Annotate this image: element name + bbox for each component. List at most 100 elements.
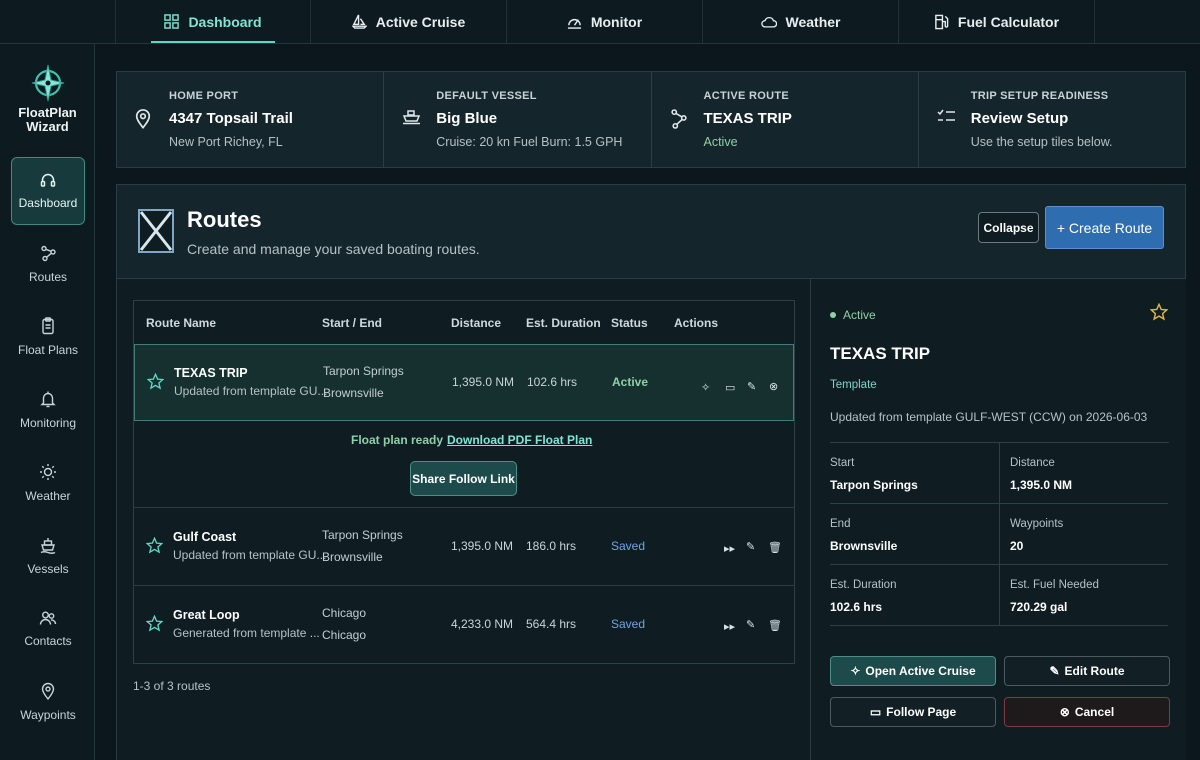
sidebar-item-label: Dashboard bbox=[18, 196, 78, 210]
stat-value: Tarpon Springs bbox=[830, 478, 918, 492]
table-row[interactable]: Great Loop Generated from template ... C… bbox=[134, 586, 794, 664]
route-description: Generated from template ... bbox=[173, 626, 320, 640]
stat-duration: Est. Duration 102.6 hrs bbox=[830, 565, 999, 626]
status-dot-icon bbox=[830, 312, 836, 318]
detail-status: Active bbox=[830, 308, 876, 322]
column-header[interactable]: Status bbox=[611, 316, 648, 330]
page-subtitle: Create and manage your saved boating rou… bbox=[187, 241, 480, 257]
edit-icon[interactable]: ✎ bbox=[747, 380, 756, 393]
template-label: Template bbox=[830, 379, 877, 391]
route-description: Updated from template GU... bbox=[174, 384, 328, 398]
pagination-summary: 1-3 of 3 routes bbox=[133, 679, 211, 693]
follow-page-button[interactable]: ▭ Follow Page bbox=[830, 697, 996, 727]
stat-value: 720.29 gal bbox=[1010, 600, 1068, 614]
open-active-cruise-button[interactable]: ✧ Open Active Cruise bbox=[830, 656, 996, 686]
sidebar-item-contacts[interactable]: Contacts bbox=[11, 595, 85, 663]
active-route-card[interactable]: ACTIVE ROUTE TEXAS TRIP Active bbox=[652, 72, 919, 167]
card-label: ACTIVE ROUTE bbox=[703, 90, 789, 102]
tab-dashboard[interactable]: Dashboard bbox=[115, 0, 311, 43]
float-plan-status: Float plan ready bbox=[351, 433, 444, 447]
route-end: Chicago bbox=[322, 628, 367, 642]
app-logo[interactable]: FloatPlan Wizard bbox=[0, 64, 95, 134]
table-row[interactable]: TEXAS TRIP Updated from template GU... T… bbox=[134, 344, 794, 421]
sidebar-item-waypoints[interactable]: Waypoints bbox=[11, 668, 85, 736]
tab-weather[interactable]: Weather bbox=[703, 0, 899, 43]
route-detail-panel: Active TEXAS TRIP Template Updated from … bbox=[810, 279, 1186, 760]
tab-label: Monitor bbox=[590, 13, 643, 30]
sun-icon bbox=[39, 463, 57, 481]
collapse-button[interactable]: Collapse bbox=[978, 212, 1039, 243]
button-label: Edit Route bbox=[1064, 664, 1125, 678]
column-header[interactable]: Start / End bbox=[322, 316, 382, 330]
create-route-button[interactable]: + Create Route bbox=[1045, 206, 1164, 249]
routes-panel-header: Routes Create and manage your saved boat… bbox=[117, 185, 1185, 279]
cancel-icon: ⊗ bbox=[1059, 705, 1070, 719]
card-subtitle: Use the setup tiles below. bbox=[970, 135, 1113, 149]
gauge-icon bbox=[567, 14, 582, 29]
tab-label: Weather bbox=[785, 13, 841, 30]
route-start: Tarpon Springs bbox=[322, 528, 403, 542]
favorite-star-icon[interactable] bbox=[1150, 303, 1168, 321]
tab-monitor[interactable]: Monitor bbox=[507, 0, 703, 43]
route-end: Brownsville bbox=[323, 386, 384, 400]
sidebar-item-vessels[interactable]: Vessels bbox=[11, 522, 85, 590]
sidebar-item-monitoring[interactable]: Monitoring bbox=[11, 376, 85, 444]
clipboard-icon bbox=[41, 317, 55, 335]
stat-value: 102.6 hrs bbox=[830, 600, 883, 614]
tab-fuel-calculator[interactable]: Fuel Calculator bbox=[899, 0, 1095, 43]
bell-icon bbox=[40, 390, 56, 408]
pencil-icon: ✎ bbox=[1049, 664, 1060, 678]
stat-value: Brownsville bbox=[830, 539, 898, 553]
play-icon[interactable]: ▸▸ bbox=[724, 620, 735, 633]
ship-icon bbox=[40, 537, 56, 554]
cloud-icon bbox=[760, 15, 777, 29]
edit-icon[interactable]: ✎ bbox=[746, 540, 755, 553]
status-badge: Saved bbox=[611, 539, 646, 553]
stat-label: Start bbox=[830, 457, 855, 469]
stat-label: Est. Duration bbox=[830, 579, 897, 591]
sidebar-item-float-plans[interactable]: Float Plans bbox=[11, 303, 85, 371]
headset-icon bbox=[40, 172, 56, 188]
sidebar-item-dashboard[interactable]: Dashboard bbox=[11, 157, 85, 225]
navigate-icon[interactable]: ✧ bbox=[701, 381, 710, 394]
status-badge: Saved bbox=[611, 617, 646, 631]
route-distance: 4,233.0 NM bbox=[451, 617, 514, 631]
button-label: Open Active Cruise bbox=[865, 664, 976, 678]
share-follow-link-button[interactable]: Share Follow Link bbox=[410, 461, 517, 496]
stat-label: Distance bbox=[1010, 457, 1055, 469]
boat-icon bbox=[402, 108, 421, 125]
column-header[interactable]: Route Name bbox=[146, 316, 216, 330]
play-icon[interactable]: ▸▸ bbox=[724, 542, 735, 555]
map-pin-icon bbox=[41, 682, 55, 700]
stat-end: End Brownsville bbox=[830, 504, 999, 565]
cancel-button[interactable]: ⊗ Cancel bbox=[1004, 697, 1170, 727]
star-icon[interactable] bbox=[146, 537, 163, 554]
sidebar-item-label: Waypoints bbox=[20, 708, 76, 722]
trip-readiness-card[interactable]: TRIP SETUP READINESS Review Setup Use th… bbox=[919, 72, 1185, 167]
card-title: Review Setup bbox=[970, 110, 1069, 127]
star-icon[interactable] bbox=[146, 615, 163, 632]
sidebar-item-routes[interactable]: Routes bbox=[11, 230, 85, 298]
folder-icon[interactable]: ▭ bbox=[725, 381, 735, 394]
sidebar-item-weather[interactable]: Weather bbox=[11, 449, 85, 517]
cancel-icon[interactable]: ⊗ bbox=[769, 380, 778, 393]
star-icon[interactable] bbox=[147, 373, 164, 390]
sparkle-icon: ✧ bbox=[850, 664, 861, 678]
column-header[interactable]: Distance bbox=[451, 316, 501, 330]
default-vessel-card[interactable]: DEFAULT VESSEL Big Blue Cruise: 20 kn Fu… bbox=[384, 72, 652, 167]
table-row[interactable]: Gulf Coast Updated from template GU... T… bbox=[134, 508, 794, 586]
trash-icon[interactable]: 🗑 bbox=[768, 541, 782, 554]
sidebar-item-label: Float Plans bbox=[17, 343, 79, 357]
edit-route-button[interactable]: ✎ Edit Route bbox=[1004, 656, 1170, 686]
home-port-card[interactable]: HOME PORT 4347 Topsail Trail New Port Ri… bbox=[117, 72, 385, 167]
tab-active-cruise[interactable]: Active Cruise bbox=[311, 0, 507, 43]
trash-icon[interactable]: 🗑 bbox=[768, 619, 782, 632]
download-pdf-link[interactable]: Download PDF Float Plan bbox=[447, 433, 592, 447]
button-label: Follow Page bbox=[886, 705, 957, 719]
card-label: DEFAULT VESSEL bbox=[436, 90, 537, 102]
tab-label: Active Cruise bbox=[375, 13, 466, 30]
stat-waypoints: Waypoints 20 bbox=[999, 504, 1168, 565]
column-header[interactable]: Est. Duration bbox=[526, 316, 601, 330]
edit-icon[interactable]: ✎ bbox=[746, 618, 755, 631]
status-badge: Active bbox=[612, 375, 649, 389]
